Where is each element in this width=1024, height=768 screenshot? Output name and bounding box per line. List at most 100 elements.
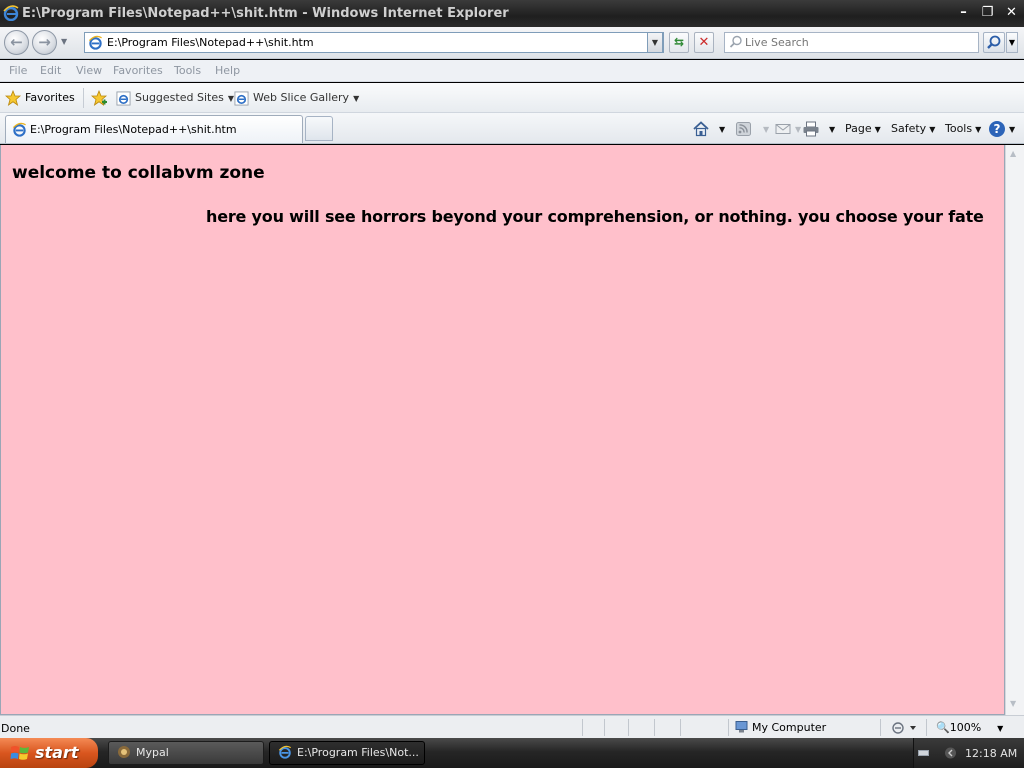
add-to-favorites-bar-icon[interactable]	[91, 90, 108, 107]
suggested-sites-label: Suggested Sites	[135, 91, 224, 104]
search-field[interactable]	[724, 32, 979, 53]
favorites-label: Favorites	[25, 91, 75, 104]
help-dropdown-icon[interactable]: ▼	[1006, 119, 1015, 139]
scroll-down-icon[interactable]: ▼	[1010, 699, 1016, 708]
address-url: E:\Program Files\Notepad++\shit.htm	[107, 36, 314, 49]
history-dropdown-icon[interactable]: ▼	[61, 37, 67, 46]
ie-logo-icon	[278, 745, 292, 759]
address-dropdown-button[interactable]: ▼	[647, 32, 663, 53]
search-button[interactable]	[983, 32, 1005, 53]
taskbar: start Mypal E:\Program Files\Not... 12:1…	[0, 738, 1024, 768]
refresh-button[interactable]: ⇆	[669, 32, 689, 53]
status-divider	[582, 719, 583, 736]
restore-icon: ❐	[981, 5, 994, 20]
page-menu-label: Page	[845, 122, 872, 135]
chevron-down-icon: ▼	[929, 125, 936, 134]
page-text: here you will see horrors beyond your co…	[206, 207, 984, 226]
tools-menu-button[interactable]: Tools ▼	[945, 119, 981, 139]
status-text: Done	[1, 722, 30, 735]
new-tab-button[interactable]	[305, 116, 333, 141]
print-dropdown-icon[interactable]: ▼	[826, 119, 835, 139]
page-menu-button[interactable]: Page ▼	[845, 119, 881, 139]
home-icon[interactable]	[692, 120, 710, 138]
refresh-icon: ⇆	[673, 35, 685, 49]
status-divider	[628, 719, 629, 736]
computer-icon	[735, 721, 748, 733]
chevron-down-icon: ▼	[353, 94, 360, 103]
chevron-down-icon: ▼	[1008, 38, 1016, 47]
menu-tools[interactable]: Tools	[174, 64, 201, 77]
taskbar-item-mypal[interactable]: Mypal	[108, 741, 264, 765]
ie-logo-icon	[3, 5, 19, 21]
page-content: welcome to collabvm zone here you will s…	[0, 145, 1005, 715]
minimize-icon: –	[960, 5, 967, 20]
taskbar-item-label: E:\Program Files\Not...	[297, 746, 419, 759]
start-label: start	[35, 743, 79, 762]
status-divider	[926, 719, 927, 736]
search-options-button[interactable]: ▼	[1006, 32, 1018, 53]
status-bar: Done My Computer 🔍100% ▼	[0, 715, 1024, 738]
feeds-icon[interactable]	[735, 120, 753, 138]
status-divider	[604, 719, 605, 736]
page-heading: welcome to collabvm zone	[12, 163, 265, 183]
stop-button[interactable]: ✕	[694, 32, 714, 53]
mypal-icon	[118, 746, 130, 758]
mail-icon[interactable]	[774, 120, 792, 138]
tab-active[interactable]: E:\Program Files\Notepad++\shit.htm	[5, 115, 303, 143]
address-field[interactable]: E:\Program Files\Notepad++\shit.htm	[84, 32, 664, 53]
forward-button[interactable]: →	[32, 30, 57, 55]
favorites-separator	[83, 88, 84, 108]
search-icon	[987, 35, 1001, 49]
print-icon[interactable]	[802, 120, 820, 138]
svg-text:?: ?	[994, 122, 1001, 136]
restore-button[interactable]: ❐	[977, 3, 998, 24]
scroll-up-icon[interactable]: ▲	[1010, 149, 1016, 158]
taskbar-item-label: Mypal	[136, 746, 169, 759]
ie-page-icon	[116, 90, 131, 106]
tab-row: E:\Program Files\Notepad++\shit.htm ▼ ▼ …	[0, 113, 1024, 144]
back-button[interactable]: ←	[4, 30, 29, 55]
clock: 12:18 AM	[965, 747, 1018, 760]
favorites-button[interactable]: Favorites	[5, 88, 75, 108]
zoom-icon: 🔍	[936, 721, 950, 734]
taskbar-item-ie[interactable]: E:\Program Files\Not...	[269, 741, 425, 765]
forward-arrow-icon: →	[38, 33, 51, 51]
zoom-level-button[interactable]: 🔍100% ▼	[936, 721, 1003, 734]
menu-help[interactable]: Help	[215, 64, 240, 77]
security-zone[interactable]: My Computer	[735, 721, 826, 734]
favorites-star-icon	[5, 90, 21, 106]
safety-menu-button[interactable]: Safety ▼	[891, 119, 935, 139]
ie-page-icon	[88, 35, 102, 50]
menu-file[interactable]: File	[9, 64, 27, 77]
status-divider	[728, 719, 729, 736]
search-input[interactable]	[745, 35, 973, 50]
chevron-down-icon: ▼	[874, 125, 881, 134]
close-icon: ✕	[1006, 5, 1017, 20]
chevron-down-icon: ▼	[975, 125, 982, 134]
home-dropdown-icon[interactable]: ▼	[716, 119, 725, 139]
protected-mode-icon[interactable]	[891, 721, 917, 735]
tab-label: E:\Program Files\Notepad++\shit.htm	[30, 123, 237, 136]
security-zone-label: My Computer	[752, 721, 827, 734]
network-icon[interactable]	[917, 747, 930, 759]
mail-dropdown-icon[interactable]: ▼	[792, 119, 801, 139]
search-small-icon	[729, 35, 742, 48]
vertical-scrollbar[interactable]: ▲ ▼	[1005, 145, 1024, 715]
help-icon[interactable]: ?	[988, 120, 1006, 138]
web-slice-gallery-link[interactable]: Web Slice Gallery ▼	[234, 88, 359, 108]
suggested-sites-link[interactable]: Suggested Sites ▼	[116, 88, 234, 108]
windows-flag-icon	[10, 746, 29, 760]
window-title: E:\Program Files\Notepad++\shit.htm - Wi…	[22, 6, 509, 21]
menu-edit[interactable]: Edit	[40, 64, 61, 77]
close-button[interactable]: ✕	[1001, 3, 1022, 24]
safety-menu-label: Safety	[891, 122, 927, 135]
tray-arrow-icon[interactable]	[944, 747, 957, 759]
feeds-dropdown-icon[interactable]: ▼	[760, 119, 769, 139]
menu-favorites[interactable]: Favorites	[113, 64, 163, 77]
start-button[interactable]: start	[0, 738, 98, 768]
chevron-down-icon: ▼	[651, 38, 659, 47]
title-bar: E:\Program Files\Notepad++\shit.htm - Wi…	[0, 0, 1024, 27]
tools-menu-label: Tools	[945, 122, 973, 135]
minimize-button[interactable]: –	[953, 3, 974, 24]
menu-view[interactable]: View	[76, 64, 102, 77]
